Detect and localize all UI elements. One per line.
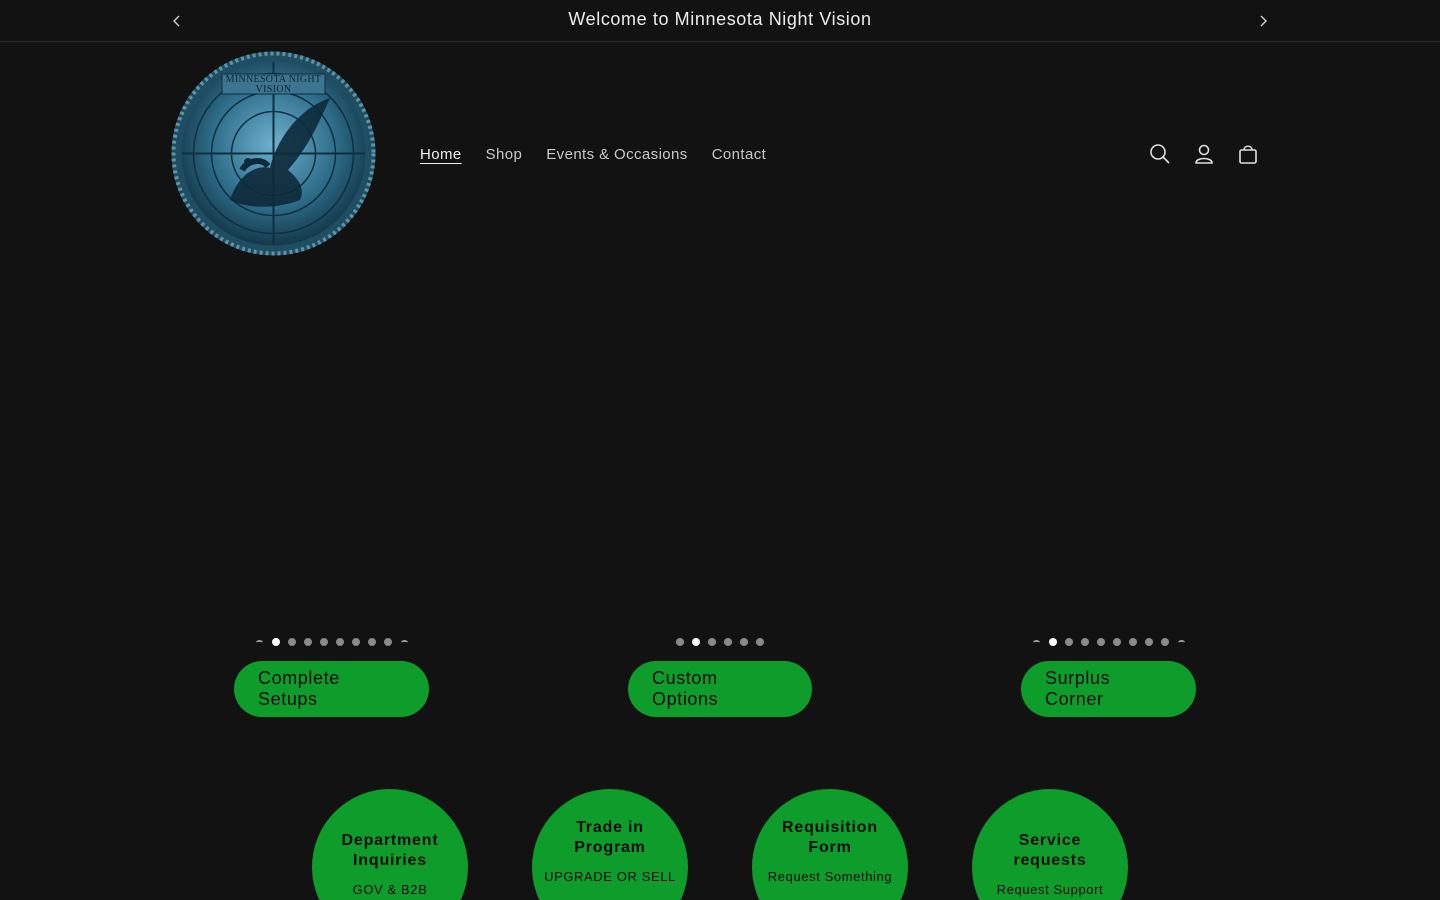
nav-item-events[interactable]: Events & Occasions	[534, 144, 699, 166]
card-trade-in-program[interactable]: Trade in Program UPGRADE OR SELL	[532, 789, 688, 900]
slider-dot[interactable]	[1112, 638, 1121, 646]
nav-item-contact[interactable]: Contact	[700, 144, 779, 166]
main-nav: Home Shop Events & Occasions Contact	[408, 144, 778, 166]
card-subtitle: UPGRADE OR SELL	[544, 869, 676, 884]
nav-item-shop[interactable]: Shop	[474, 144, 535, 166]
slider-prev-tick[interactable]	[1032, 638, 1041, 646]
card-subtitle: GOV & B2B	[352, 882, 428, 897]
slider-dot[interactable]	[1160, 638, 1169, 646]
cart-icon[interactable]	[1236, 140, 1260, 168]
slider-dot[interactable]	[724, 638, 732, 646]
slider-dot[interactable]	[383, 638, 392, 646]
slider-dot[interactable]	[319, 638, 328, 646]
slider-dot[interactable]	[740, 638, 748, 646]
card-title: Service requests	[1013, 832, 1087, 869]
slider-dot[interactable]	[271, 638, 280, 646]
slider-dot[interactable]	[303, 638, 312, 646]
slider-dot[interactable]	[1128, 638, 1137, 646]
account-icon[interactable]	[1192, 140, 1216, 168]
slider-dot[interactable]	[335, 638, 344, 646]
card-title: Department Inquiries	[341, 832, 439, 869]
chevron-right-icon[interactable]	[1254, 12, 1272, 30]
collection-complete-setups: Complete Setups	[234, 632, 429, 717]
announcement-text: Welcome to Minnesota Night Vision	[568, 9, 872, 29]
slider-dot[interactable]	[692, 638, 700, 646]
slider-next-tick[interactable]	[1177, 638, 1185, 646]
card-title: Requisition Form	[782, 819, 878, 856]
logo-text-line2: VISION	[255, 84, 292, 95]
slider-dot[interactable]	[676, 638, 684, 646]
slider-dot[interactable]	[708, 638, 716, 646]
surplus-corner-button[interactable]: Surplus Corner	[1021, 661, 1196, 717]
site-logo[interactable]: MINNESOTA NIGHT VISION	[170, 50, 377, 257]
card-subtitle: Request Something	[767, 869, 893, 884]
slider-dot[interactable]	[1144, 638, 1153, 646]
slider-dot[interactable]	[367, 638, 376, 646]
slider-dots	[255, 632, 408, 652]
announcement-bar: Welcome to Minnesota Night Vision	[0, 0, 1440, 42]
slider-dots	[1032, 632, 1185, 652]
slider-dot[interactable]	[756, 638, 764, 646]
card-department-inquiries[interactable]: Department Inquiries GOV & B2B	[312, 789, 468, 900]
card-requisition-form[interactable]: Requisition Form Request Something	[752, 789, 908, 900]
collection-surplus-corner: Surplus Corner	[1021, 632, 1196, 717]
search-icon[interactable]	[1148, 140, 1172, 168]
slider-dot[interactable]	[1064, 638, 1073, 646]
slider-dot[interactable]	[1096, 638, 1105, 646]
card-subtitle: Request Support	[996, 882, 1104, 897]
card-title: Trade in Program	[574, 819, 646, 856]
complete-setups-button[interactable]: Complete Setups	[234, 661, 429, 717]
slider-dot[interactable]	[1080, 638, 1089, 646]
card-service-requests[interactable]: Service requests Request Support	[972, 789, 1128, 900]
slider-dot[interactable]	[287, 638, 296, 646]
slider-next-tick[interactable]	[400, 638, 408, 646]
custom-options-button[interactable]: Custom Options	[628, 661, 812, 717]
slider-dot[interactable]	[351, 638, 360, 646]
slider-dot[interactable]	[1048, 638, 1057, 646]
slider-prev-tick[interactable]	[255, 638, 264, 646]
collection-custom-options: Custom Options	[628, 632, 812, 717]
header-icons	[1148, 140, 1260, 168]
nav-item-home[interactable]: Home	[408, 144, 474, 166]
slider-dots	[676, 632, 764, 652]
